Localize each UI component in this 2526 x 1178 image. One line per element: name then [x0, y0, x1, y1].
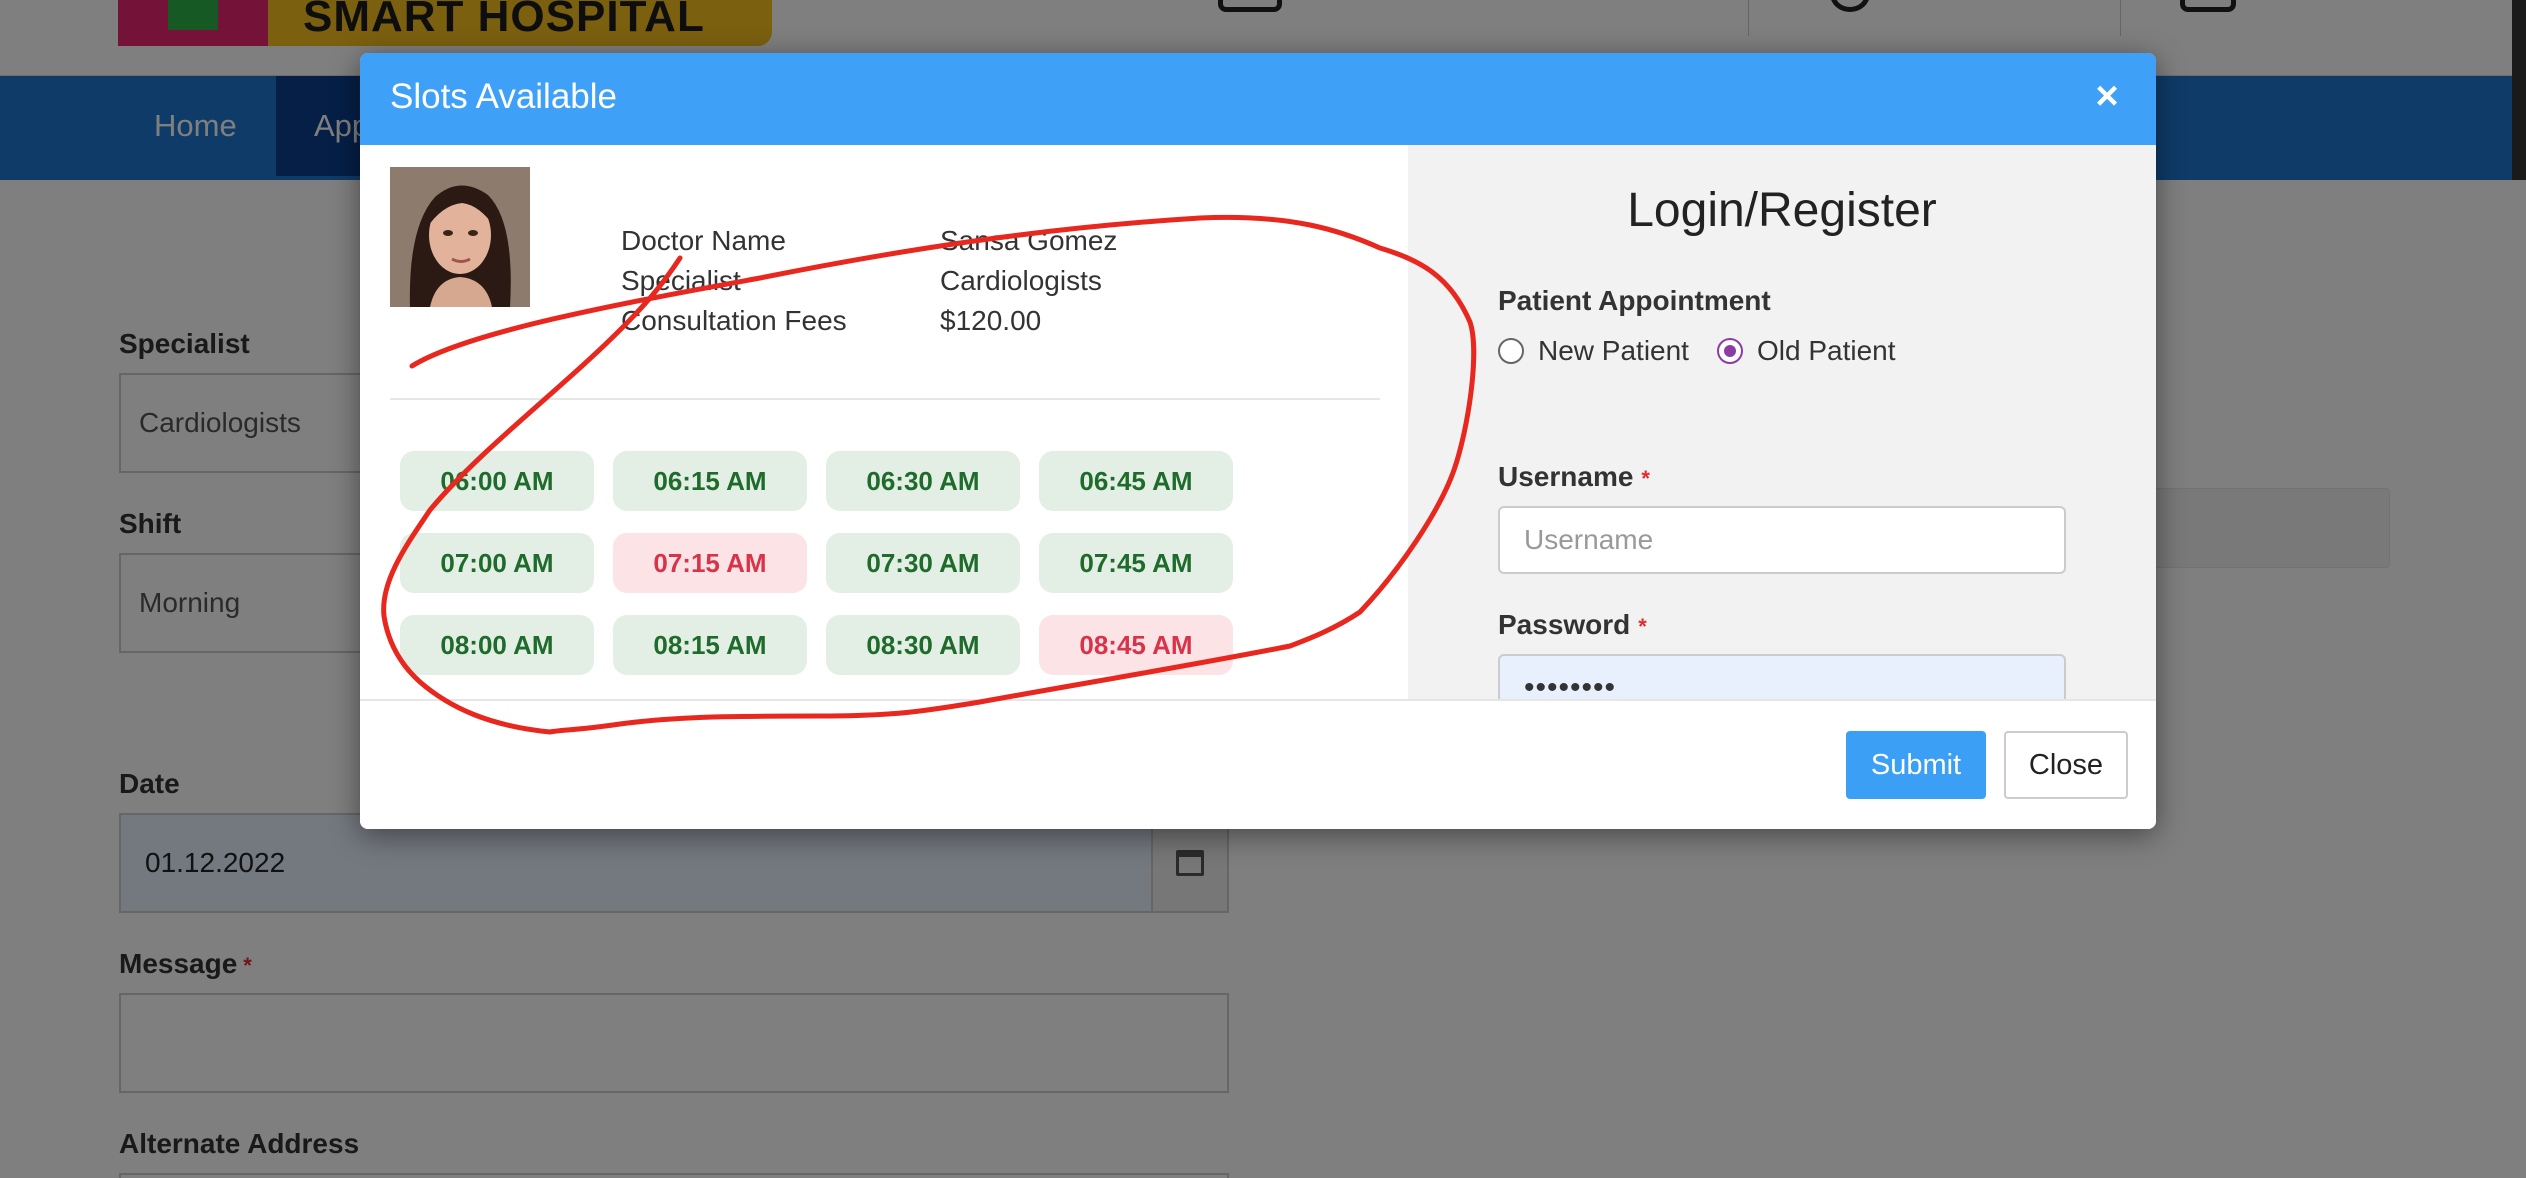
slots-panel: Doctor Name Sansa Gomez Specialist Cardi… [360, 145, 1408, 699]
modal-header: Slots Available × [360, 53, 2156, 145]
time-slot-0800am[interactable]: 08:00 AM [400, 615, 594, 675]
username-label-text: Username [1498, 461, 1634, 492]
username-input[interactable] [1498, 506, 2066, 574]
close-icon[interactable]: × [2086, 75, 2128, 117]
time-slot-0815am[interactable]: 08:15 AM [613, 615, 807, 675]
consultation-fees-value: $120.00 [940, 305, 1042, 336]
time-slot-0745am[interactable]: 07:45 AM [1039, 533, 1233, 593]
password-label-text: Password [1498, 609, 1631, 640]
doctor-avatar [390, 167, 530, 307]
new-patient-radio[interactable] [1498, 338, 1524, 364]
username-label: Username * [1498, 461, 1650, 493]
modal-title: Slots Available [390, 77, 618, 116]
submit-button[interactable]: Submit [1846, 731, 1986, 799]
old-patient-radio[interactable] [1716, 338, 1743, 364]
time-slot-0630am[interactable]: 06:30 AM [826, 451, 1020, 511]
old-patient-label[interactable]: Old Patient [1757, 335, 1896, 367]
slots-modal: Slots Available × Doctor Name Sansa Gome… [360, 53, 2156, 829]
required-mark: * [1641, 466, 1650, 491]
divider [390, 398, 1380, 400]
time-slot-0645am[interactable]: 06:45 AM [1039, 451, 1233, 511]
page-scrollbar[interactable] [2512, 0, 2526, 180]
time-slot-0600am[interactable]: 06:00 AM [400, 451, 594, 511]
time-slot-0615am[interactable]: 06:15 AM [613, 451, 807, 511]
login-title: Login/Register [1627, 184, 1937, 237]
doctor-name-value: Sansa Gomez [940, 225, 1118, 256]
time-slot-0830am[interactable]: 08:30 AM [826, 615, 1020, 675]
time-slot-0845am[interactable]: 08:45 AM [1039, 615, 1233, 675]
time-slot-0730am[interactable]: 07:30 AM [826, 533, 1020, 593]
close-button[interactable]: Close [2004, 731, 2128, 799]
doctor-specialist-value: Cardiologists [940, 265, 1102, 296]
consultation-fees-label: Consultation Fees [621, 305, 847, 336]
login-panel: Login/Register Patient Appointment New P… [1408, 145, 2156, 722]
patient-appointment-label: Patient Appointment [1498, 285, 1771, 316]
password-label: Password * [1498, 609, 1647, 641]
new-patient-label[interactable]: New Patient [1538, 335, 1689, 367]
time-slot-0715am[interactable]: 07:15 AM [613, 533, 807, 593]
doctor-specialist-label: Specialist [621, 265, 741, 296]
required-mark: * [1638, 614, 1647, 639]
time-slot-0700am[interactable]: 07:00 AM [400, 533, 594, 593]
doctor-name-label: Doctor Name [621, 225, 786, 256]
patient-type-radio-group: New Patient Old Patient [1498, 335, 1924, 367]
modal-footer: Submit Close [360, 699, 2156, 829]
